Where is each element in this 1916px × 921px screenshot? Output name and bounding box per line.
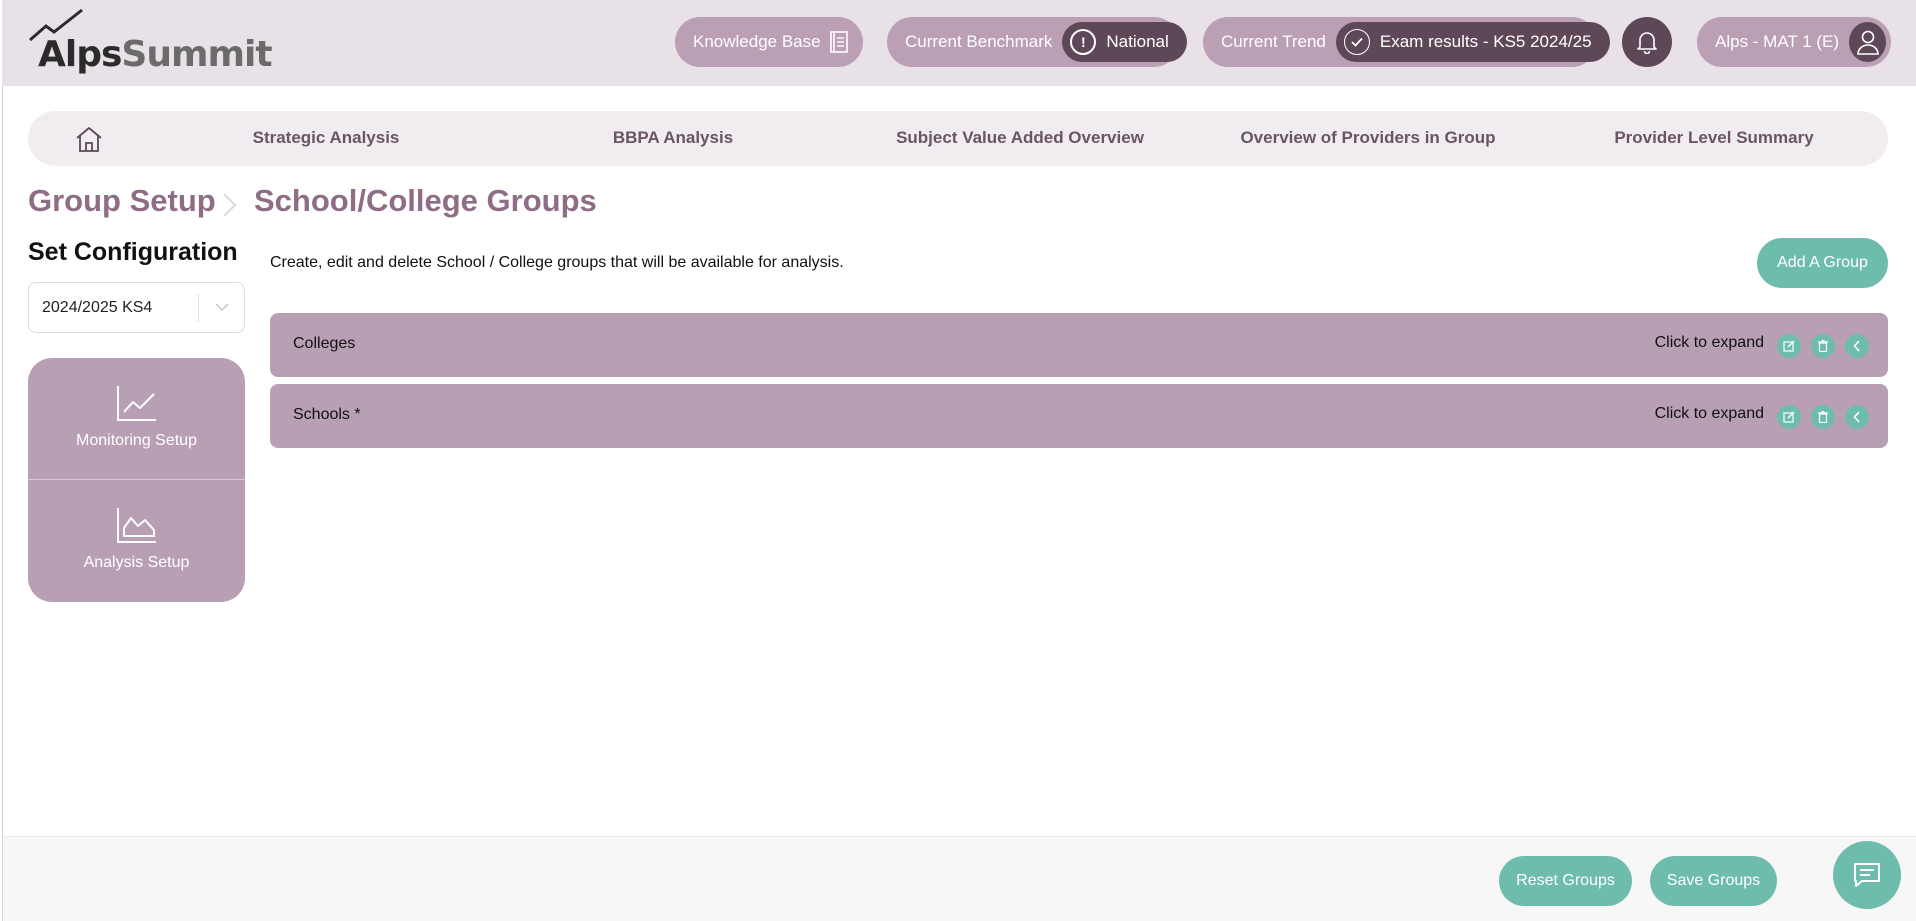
analysis-setup-label: Analysis Setup <box>83 554 190 571</box>
benchmark-label: Current Benchmark <box>905 32 1053 51</box>
trash-icon[interactable] <box>1811 405 1835 429</box>
group-name: Schools * <box>293 406 361 423</box>
breadcrumb-current-page: School/College Groups <box>254 183 597 218</box>
configuration-select[interactable]: 2024/2025 KS4 <box>28 282 245 333</box>
knowledge-base-button[interactable]: Knowledge Base <box>675 17 863 67</box>
nav-overview-of-providers[interactable]: Overview of Providers in Group <box>1240 128 1495 148</box>
knowledge-base-label: Knowledge Base <box>693 32 821 51</box>
group-row-colleges[interactable]: Colleges Click to expand <box>270 313 1888 377</box>
current-benchmark-selector[interactable]: Current Benchmark ! National <box>887 17 1187 67</box>
analysis-setup-button[interactable]: Analysis Setup <box>28 480 245 602</box>
monitoring-setup-button[interactable]: Monitoring Setup <box>28 358 245 480</box>
benchmark-value-chip[interactable]: ! National <box>1062 22 1187 62</box>
chevron-down-icon <box>199 303 244 312</box>
click-to-expand[interactable]: Click to expand <box>1655 334 1764 352</box>
top-header: AlpsSummit Knowledge Base Current Benchm… <box>2 0 1916 86</box>
add-group-button[interactable]: Add A Group <box>1757 238 1888 288</box>
trash-icon[interactable] <box>1811 334 1835 358</box>
notifications-button[interactable] <box>1622 17 1672 67</box>
bell-icon <box>1637 32 1657 54</box>
chevron-left-icon[interactable] <box>1845 334 1869 358</box>
nav-provider-level-summary[interactable]: Provider Level Summary <box>1614 128 1813 148</box>
alps-summit-logo[interactable]: AlpsSummit <box>28 8 273 76</box>
chat-button[interactable] <box>1833 841 1901 909</box>
reset-groups-button[interactable]: Reset Groups <box>1499 856 1632 906</box>
trend-value: Exam results - KS5 2024/25 <box>1379 32 1592 51</box>
logo-text: AlpsSummit <box>38 34 273 75</box>
trend-label: Current Trend <box>1221 32 1326 51</box>
click-to-expand[interactable]: Click to expand <box>1655 405 1764 423</box>
user-icon <box>1849 22 1886 62</box>
check-circle-icon <box>1343 29 1370 55</box>
main-navigation: Strategic Analysis BBPA Analysis Subject… <box>28 111 1888 166</box>
configuration-select-value: 2024/2025 KS4 <box>42 298 153 316</box>
current-trend-selector[interactable]: Current Trend Exam results - KS5 2024/25 <box>1203 17 1610 67</box>
alert-circle-icon: ! <box>1070 29 1097 55</box>
home-icon[interactable] <box>74 125 104 153</box>
save-groups-button[interactable]: Save Groups <box>1650 856 1777 906</box>
group-name: Colleges <box>293 335 356 352</box>
user-label: Alps - MAT 1 (E) <box>1715 32 1840 51</box>
edit-icon[interactable] <box>1777 334 1801 358</box>
area-chart-icon <box>117 508 156 543</box>
group-row-schools[interactable]: Schools * Click to expand <box>270 384 1888 448</box>
setup-side-panel: Monitoring Setup Analysis Setup <box>28 358 245 602</box>
user-menu-button[interactable]: Alps - MAT 1 (E) <box>1697 17 1891 67</box>
chevron-left-icon[interactable] <box>1845 405 1869 429</box>
nav-subject-value-added-overview[interactable]: Subject Value Added Overview <box>896 128 1144 148</box>
breadcrumb-group-setup[interactable]: Group Setup <box>28 183 216 219</box>
trend-value-chip[interactable]: Exam results - KS5 2024/25 <box>1335 22 1610 62</box>
line-chart-icon <box>117 386 156 421</box>
edit-icon[interactable] <box>1777 405 1801 429</box>
nav-strategic-analysis[interactable]: Strategic Analysis <box>253 128 400 148</box>
set-configuration-title: Set Configuration <box>28 238 238 266</box>
breadcrumb-chevron-icon <box>223 193 237 217</box>
book-icon <box>829 31 848 53</box>
chat-icon <box>1854 863 1880 887</box>
nav-bbpa-analysis[interactable]: BBPA Analysis <box>613 128 733 148</box>
monitoring-setup-label: Monitoring Setup <box>76 432 197 449</box>
benchmark-value: National <box>1106 32 1169 51</box>
groups-description: Create, edit and delete School / College… <box>270 254 844 271</box>
